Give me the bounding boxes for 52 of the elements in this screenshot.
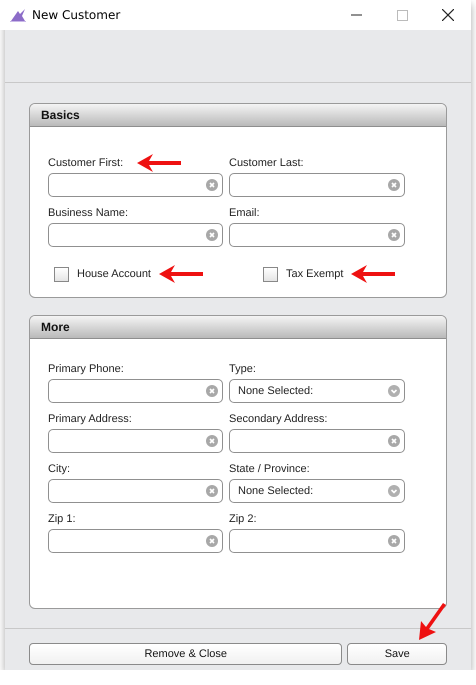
input-field[interactable] xyxy=(48,479,223,503)
window-title: New Customer xyxy=(32,8,122,22)
dropdown[interactable]: None Selected: xyxy=(229,479,405,503)
input-field[interactable] xyxy=(229,173,405,197)
input-field[interactable] xyxy=(229,429,405,453)
checkbox[interactable] xyxy=(54,266,69,282)
section-title: More xyxy=(41,320,70,334)
input-field[interactable] xyxy=(48,529,223,553)
checkbox[interactable] xyxy=(263,266,278,282)
clear-icon[interactable] xyxy=(388,435,400,447)
clear-icon[interactable] xyxy=(388,229,400,241)
input-field[interactable] xyxy=(48,223,223,247)
clear-icon[interactable] xyxy=(206,535,218,547)
dialog-button[interactable]: Remove & Close xyxy=(29,643,342,665)
dropdown[interactable]: None Selected: xyxy=(229,379,405,403)
chevron-down-icon[interactable] xyxy=(388,485,400,497)
maximize-icon[interactable] xyxy=(396,10,408,20)
field-label: Type: xyxy=(229,363,256,375)
field-label: Primary Phone: xyxy=(48,363,124,375)
clear-icon[interactable] xyxy=(206,385,218,397)
clear-icon[interactable] xyxy=(388,535,400,547)
field-label: Zip 1: xyxy=(48,513,76,525)
field-label: Business Name: xyxy=(48,207,128,219)
input-field[interactable] xyxy=(48,379,223,403)
field-label: State / Province: xyxy=(229,463,310,475)
field-label: City: xyxy=(48,463,70,475)
clear-icon[interactable] xyxy=(388,179,400,191)
field-label: Customer Last: xyxy=(229,157,304,169)
minimize-icon[interactable] xyxy=(350,14,362,16)
field-label: Customer First: xyxy=(48,157,124,169)
arrow-icon xyxy=(159,265,203,283)
chevron-down-icon[interactable] xyxy=(388,385,400,397)
field-label: Secondary Address: xyxy=(229,413,328,425)
checkbox-label: House Account xyxy=(77,268,151,280)
field-label: Zip 2: xyxy=(229,513,257,525)
arrow-icon xyxy=(137,154,182,172)
close-icon[interactable] xyxy=(442,9,454,21)
input-field[interactable] xyxy=(48,429,223,453)
dialog-button[interactable]: Save xyxy=(347,643,447,665)
input-field[interactable] xyxy=(48,173,223,197)
clear-icon[interactable] xyxy=(206,229,218,241)
input-field[interactable] xyxy=(229,529,405,553)
field-label: Email: xyxy=(229,207,260,219)
app-icon xyxy=(10,8,26,22)
arrow-icon xyxy=(351,265,396,283)
section-title: Basics xyxy=(41,108,80,122)
clear-icon[interactable] xyxy=(206,179,218,191)
clear-icon[interactable] xyxy=(206,435,218,447)
clear-icon[interactable] xyxy=(206,485,218,497)
field-label: Primary Address: xyxy=(48,413,132,425)
input-field[interactable] xyxy=(229,223,405,247)
checkbox-label: Tax Exempt xyxy=(286,268,344,280)
